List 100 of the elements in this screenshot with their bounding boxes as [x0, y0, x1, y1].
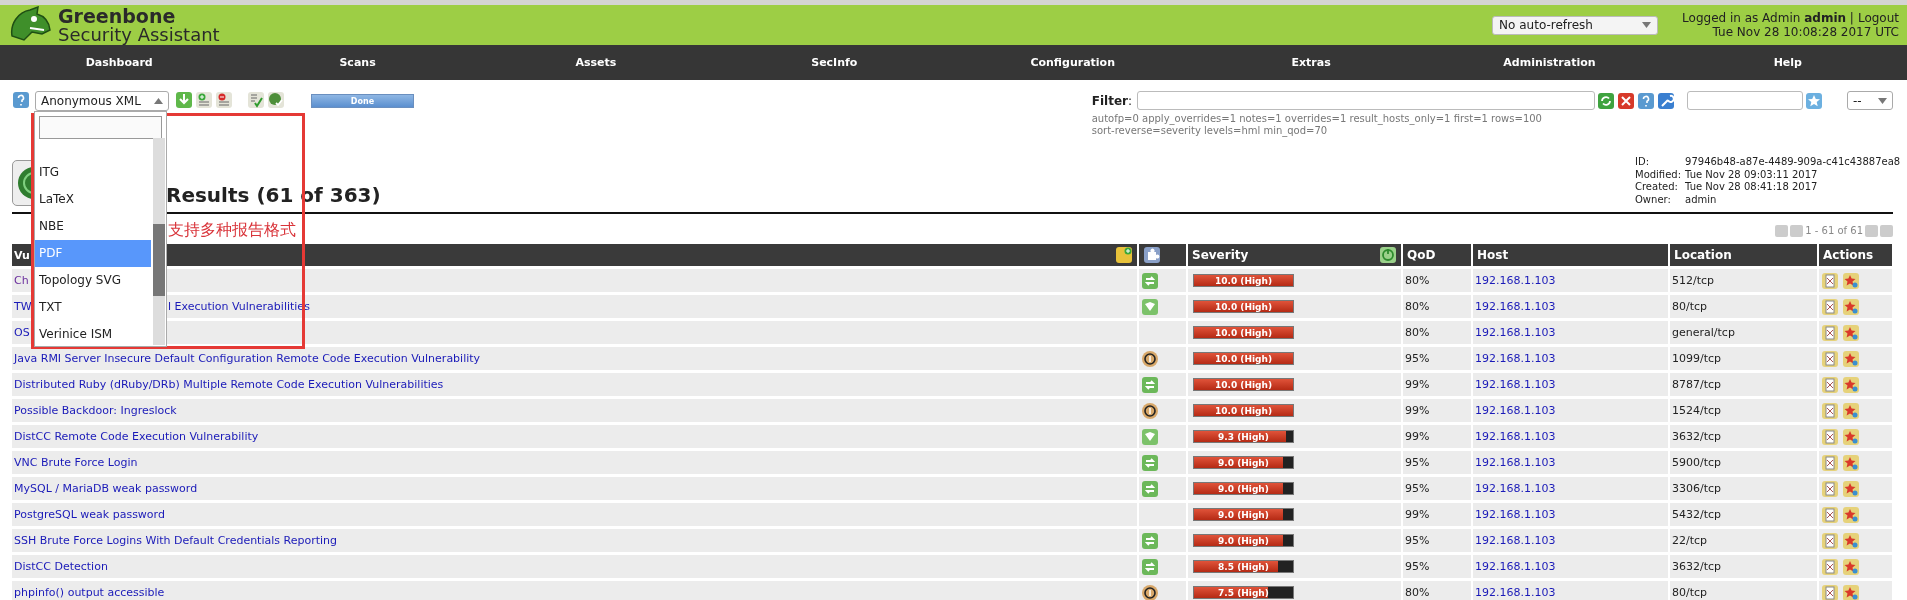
table-cell: 5432/tcp [1670, 503, 1817, 526]
dropdown-option[interactable]: LaTeX [35, 186, 151, 213]
filter-select[interactable]: -- [1847, 91, 1893, 110]
logout-link[interactable]: Logout [1857, 11, 1899, 25]
host-link[interactable]: 192.168.1.103 [1475, 404, 1556, 417]
brand-title: Greenbone [58, 6, 177, 26]
vulnerability-link[interactable]: phpinfo() output accessible [14, 586, 165, 599]
host-link[interactable]: 192.168.1.103 [1475, 560, 1556, 573]
table-cell: 22/tcp [1670, 529, 1817, 552]
ring-icon [1141, 583, 1159, 600]
vulnerability-link[interactable]: SSH Brute Force Logins With Default Credentials Reporting [14, 534, 337, 547]
close-icon[interactable] [1617, 91, 1635, 110]
table-cell: 3632/tcp [1670, 555, 1817, 578]
vulnerability-link[interactable]: Java RMI Server Insecure Default Configuration Remote Code Execution Vulnerability [14, 352, 481, 365]
host-link[interactable]: 192.168.1.103 [1475, 456, 1556, 469]
severity-bar: 10.0 (High) [1193, 326, 1294, 339]
table-cell: 80% [1403, 269, 1471, 292]
vulnerability-link[interactable]: PostgreSQL weak password [14, 508, 165, 521]
table-cell: 80% [1403, 581, 1471, 600]
vulnerability-link[interactable]: OS [14, 326, 30, 339]
detail-label: Created: [1635, 181, 1679, 194]
host-link[interactable]: 192.168.1.103 [1475, 352, 1556, 365]
severity-bar: 9.3 (High) [1193, 430, 1294, 443]
swap-arrows-icon [1141, 557, 1159, 576]
vulnerability-link[interactable]: TW [14, 300, 32, 313]
checklist-icon[interactable] [247, 91, 265, 109]
host-link[interactable]: 192.168.1.103 [1475, 534, 1556, 547]
brand-subtitle: Security Assistant [58, 25, 220, 44]
dropdown-option[interactable]: Verinice ISM [35, 321, 151, 348]
severity-bar: 10.0 (High) [1193, 378, 1294, 391]
vulnerability-link[interactable]: DistCC Detection [14, 560, 108, 573]
severity-bar: 7.5 (High) [1193, 586, 1294, 599]
nav-item[interactable]: Configuration [953, 45, 1192, 80]
severity-bar: 10.0 (High) [1193, 352, 1294, 365]
column-header: Host [1473, 244, 1668, 266]
vulnerability-link[interactable]: Ch [14, 274, 29, 287]
table-cell: 8787/tcp [1670, 373, 1817, 396]
column-header: Severity [1188, 244, 1401, 266]
scrollbar[interactable] [153, 138, 165, 345]
nav-item[interactable]: SecInfo [715, 45, 954, 80]
dropdown-option[interactable]: ITG [35, 159, 151, 186]
star-icon[interactable] [1842, 583, 1860, 600]
filter-field[interactable] [1137, 91, 1595, 110]
help-icon[interactable] [1637, 91, 1655, 110]
nav-item[interactable]: Administration [1430, 45, 1669, 80]
detail-label: ID: [1635, 156, 1651, 169]
table-cell: 99% [1403, 425, 1471, 448]
host-link[interactable]: 192.168.1.103 [1475, 274, 1556, 287]
caret-icon [1878, 97, 1887, 104]
folder-plus-icon[interactable] [1115, 246, 1133, 264]
logo-icon [8, 6, 52, 44]
puzzle-icon [1143, 246, 1161, 264]
swap-arrows-icon [1141, 531, 1159, 550]
host-link[interactable]: 192.168.1.103 [1475, 430, 1556, 443]
vulnerability-link[interactable]: MySQL / MariaDB weak password [14, 482, 198, 495]
vulnerability-link[interactable]: Distributed Ruby (dRuby/DRb) Multiple Remote Code Execution Vulnerabilities [14, 378, 444, 391]
ring-icon [1141, 401, 1159, 420]
caret-icon [154, 98, 163, 104]
dropdown-search-field[interactable] [39, 116, 162, 139]
help-icon[interactable] [12, 91, 30, 109]
host-link[interactable]: 192.168.1.103 [1475, 482, 1556, 495]
filter-name-field[interactable] [1687, 91, 1803, 110]
table-cell: 80% [1403, 295, 1471, 318]
nav-item[interactable]: Dashboard [0, 45, 239, 80]
host-link[interactable]: 192.168.1.103 [1475, 378, 1556, 391]
table-cell: 1524/tcp [1670, 399, 1817, 422]
host-link[interactable]: 192.168.1.103 [1475, 326, 1556, 339]
table-cell: 3632/tcp [1670, 425, 1817, 448]
swap-arrows-icon [1141, 271, 1159, 290]
refresh-icon[interactable] [1597, 91, 1615, 110]
remove-list-icon[interactable] [215, 91, 233, 109]
nav-item[interactable]: Extras [1191, 45, 1431, 80]
severity-bar: 9.0 (High) [1193, 508, 1294, 521]
table-cell: 1099/tcp [1670, 347, 1817, 370]
add-list-icon[interactable] [195, 91, 213, 109]
nav-item[interactable]: Assets [476, 45, 716, 80]
globe-check-icon[interactable] [267, 91, 285, 109]
power-icon[interactable] [1379, 246, 1397, 264]
table-cell: general/tcp [1670, 321, 1817, 344]
dropdown-option[interactable]: Topology SVG [35, 267, 151, 294]
host-link[interactable]: 192.168.1.103 [1475, 508, 1556, 521]
swap-arrows-icon [1141, 479, 1159, 498]
dropdown-option[interactable]: TXT [35, 294, 151, 321]
auto-refresh-select[interactable]: No auto-refresh [1492, 15, 1659, 35]
vulnerability-link[interactable]: Possible Backdoor: Ingreslock [14, 404, 177, 417]
vulnerability-link[interactable]: DistCC Remote Code Execution Vulnerability [14, 430, 259, 443]
dropdown-option[interactable]: NBE [35, 213, 151, 240]
login-info: Logged in as Admin admin | [1682, 11, 1854, 25]
table-cell: 95% [1403, 347, 1471, 370]
format-select[interactable]: Anonymous XML [35, 91, 169, 111]
nav-item[interactable]: Help [1668, 45, 1907, 80]
shield-icon [1141, 427, 1159, 446]
host-link[interactable]: 192.168.1.103 [1475, 586, 1556, 599]
nav-item[interactable]: Scans [238, 45, 477, 80]
table-cell: 3306/tcp [1670, 477, 1817, 500]
severity-bar: 10.0 (High) [1193, 404, 1294, 417]
ring-icon [1141, 349, 1159, 368]
host-link[interactable]: 192.168.1.103 [1475, 300, 1556, 313]
vulnerability-link[interactable]: VNC Brute Force Login [14, 456, 138, 469]
download-icon[interactable] [175, 91, 193, 109]
